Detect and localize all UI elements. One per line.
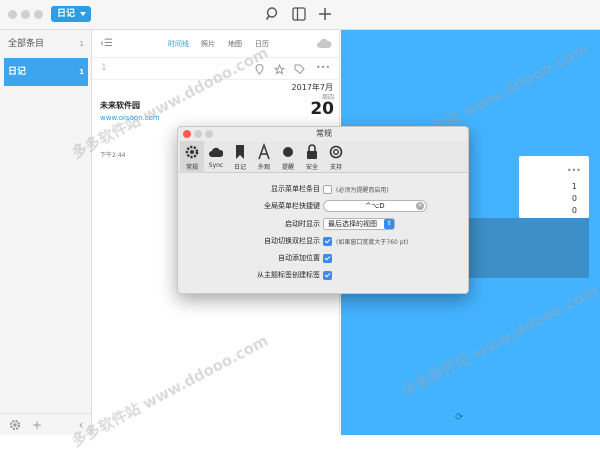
star-icon[interactable] [274,64,285,75]
tab-label: Sync [208,162,224,169]
cloud-icon[interactable] [316,38,332,49]
sidebar-item-label: 日记 [8,67,27,77]
pref-row-autosplit: 自动切换双栏显示 (如果窗口宽度大于760 pt) [178,235,468,249]
pref-label: 全局菜单栏快捷键 [264,202,320,210]
lock-icon [307,144,317,159]
sidebar-item-count: 1 [79,40,84,48]
tab-photos[interactable]: 照片 [201,39,215,49]
tab-security[interactable]: 安全 [300,141,324,173]
tab-reminders[interactable]: 提醒 [276,141,300,173]
gear-icon[interactable] [8,418,22,432]
tab-label: 外观 [257,164,270,171]
updown-arrow-icon: ⇕ [384,219,394,229]
journal-selector[interactable]: 日记 [51,6,92,22]
lifebuoy-icon [329,145,343,159]
tab-sync[interactable]: Sync [204,141,228,173]
font-icon [258,143,270,160]
pref-label: 自动添加位置 [278,254,320,262]
startup-view-select[interactable]: 最后选择的视图 ⇕ [323,218,395,230]
card-value: 0 [571,194,577,203]
preferences-tabs: 常规 Sync 日记 外观 提醒 安全 支持 [178,141,468,173]
preferences-dialog: 常规 常规 Sync 日记 外观 提醒 安全 支持 显示菜单栏条目 (必须为提醒… [177,126,469,294]
tags-checkbox[interactable] [323,271,332,280]
location-checkbox[interactable] [323,254,332,263]
autosplit-checkbox[interactable] [323,237,332,246]
clear-icon[interactable]: × [416,202,424,210]
add-journal-icon[interactable]: + [30,418,44,432]
bell-icon [283,147,293,157]
shortcut-field[interactable]: ^⌥D × [323,200,427,212]
tab-label: 安全 [305,164,318,171]
search-icon[interactable] [265,6,281,22]
pref-label: 启动时显示 [285,220,320,228]
pref-label: 显示菜单栏条目 [271,185,320,193]
cloud-icon [209,147,223,157]
card-more-icon[interactable]: ••• [567,166,581,175]
card-value: 0 [571,206,577,215]
split-view-icon[interactable] [291,6,307,22]
tab-map[interactable]: 地图 [228,39,242,49]
tab-timeline[interactable]: 时间线 [168,39,189,49]
stats-card: ••• 1 0 0 [519,156,589,218]
tab-journals[interactable]: 日记 [228,141,252,173]
pref-hint: (必须为提醒而启用) [336,187,389,194]
pref-row-location: 自动添加位置 [178,252,468,266]
list-back-icon[interactable]: ‹☰ [100,38,113,49]
tab-appearance[interactable]: 外观 [252,141,276,173]
entry-time: 下午2:44 [100,152,126,159]
journal-selector-label: 日记 [57,9,76,19]
tab-support[interactable]: 支持 [324,141,348,173]
card-value: 1 [571,182,577,191]
list-header: ‹☰ 时间线 照片 地图 日历 [92,30,340,58]
sidebar-item-count: 1 [79,68,84,76]
add-entry-icon[interactable] [317,6,333,22]
more-icon[interactable]: ••• [316,64,330,75]
tab-general[interactable]: 常规 [180,141,204,173]
menubar-checkbox[interactable] [323,185,332,194]
tab-label: 日记 [233,164,246,171]
minimize-window-button[interactable] [21,10,30,19]
sidebar-item-journal[interactable]: 日记 1 [4,58,88,86]
tab-label: 常规 [185,164,198,171]
gear-icon [185,145,199,159]
pref-hint: (如果窗口宽度大于760 pt) [336,239,409,246]
dialog-title: 常规 [316,129,332,138]
pref-row-shortcut: 全局菜单栏快捷键 ^⌥D × [178,200,468,214]
pref-label: 自动切换双栏显示 [264,237,320,245]
sidebar-item-label: 全部条目 [8,39,45,49]
sidebar: 全部条目 1 日记 1 + ‹ [0,30,92,435]
bookmark-icon [236,145,244,159]
tab-label: 支持 [329,164,342,171]
zoom-window-button[interactable] [34,10,43,19]
tab-label: 提醒 [281,164,294,171]
entry-count: 1 [101,63,107,73]
card-backdrop [467,218,589,278]
chevron-down-icon [80,12,87,16]
tag-icon[interactable] [294,64,305,75]
close-window-button[interactable] [8,10,17,19]
pref-label: 从主题标签创建标签 [257,271,320,279]
startup-view-value: 最后选择的视图 [328,220,377,228]
pref-row-tags: 从主题标签创建标签 [178,269,468,283]
entry-day: 20 [310,99,334,119]
shortcut-value: ^⌥D [365,202,385,210]
toolbar: 日记 [0,0,600,30]
sidebar-item-all-entries[interactable]: 全部条目 1 [4,30,88,58]
refresh-icon[interactable]: ⟳ [455,412,463,423]
pref-row-menubar: 显示菜单栏条目 (必须为提醒而启用) [178,183,468,197]
pref-row-startup: 启动时显示 最后选择的视图 ⇕ [178,218,468,232]
